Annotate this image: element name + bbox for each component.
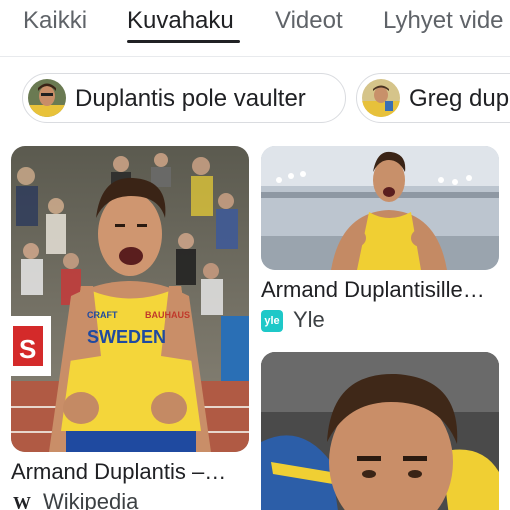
chip-label: Greg dup xyxy=(409,85,510,112)
jersey-brand: CRAFT xyxy=(87,310,118,320)
image-search-page: Kaikki Kuvahaku Videot Lyhyet vide Dupla… xyxy=(0,0,510,510)
result-image-duplantis-sweden[interactable]: S CRAFT BAUHAUS SWEDEN xyxy=(11,146,249,452)
result-title[interactable]: Armand Duplantis –… xyxy=(11,458,226,486)
yle-icon: yle xyxy=(261,310,283,332)
active-tab-indicator xyxy=(127,40,240,43)
chip-duplantis-pole-vaulter[interactable]: Duplantis pole vaulter xyxy=(22,73,346,123)
result-image-duplantis-yle[interactable] xyxy=(261,146,499,270)
chip-avatar-duplantis xyxy=(28,79,66,117)
result-image-duplantis-closeup[interactable] xyxy=(261,352,499,510)
tab-lyhyet-videot[interactable]: Lyhyet vide xyxy=(383,6,504,36)
result-title[interactable]: Armand Duplantisille… xyxy=(261,276,485,304)
tab-videot[interactable]: Videot xyxy=(275,6,343,36)
tab-kaikki[interactable]: Kaikki xyxy=(23,6,87,36)
search-tabs: Kaikki Kuvahaku Videot Lyhyet vide xyxy=(0,0,510,50)
tabs-divider xyxy=(0,56,510,57)
jersey-text: SWEDEN xyxy=(87,327,166,347)
source-name: Wikipedia xyxy=(43,489,139,510)
chip-label: Duplantis pole vaulter xyxy=(75,85,306,112)
chip-avatar-greg xyxy=(362,79,400,117)
source-name: Yle xyxy=(293,307,325,332)
tab-kuvahaku[interactable]: Kuvahaku xyxy=(127,6,234,36)
svg-text:S: S xyxy=(19,334,36,364)
chip-greg-duplantis[interactable]: Greg dup xyxy=(356,73,510,123)
jersey-sponsor: BAUHAUS xyxy=(145,310,190,320)
wikipedia-icon: W xyxy=(13,492,31,510)
